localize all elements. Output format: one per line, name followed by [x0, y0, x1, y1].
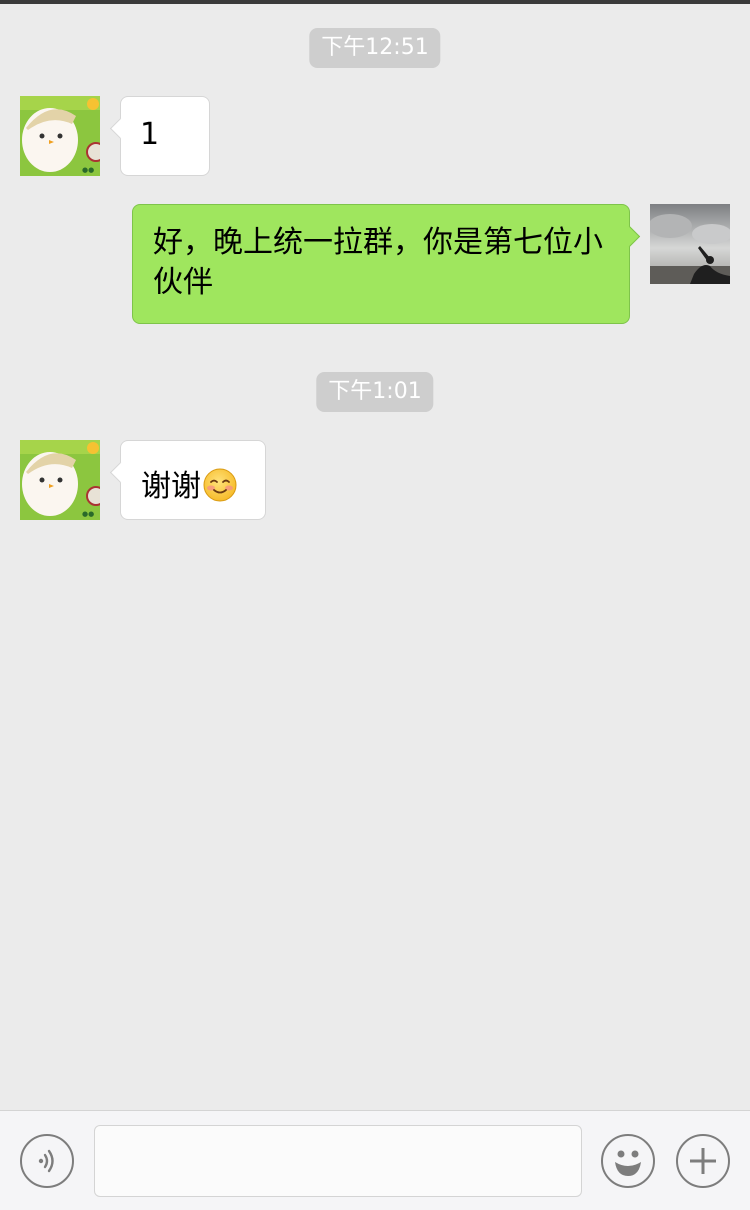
emoji-button[interactable] [601, 1134, 655, 1188]
input-bar [0, 1110, 750, 1210]
emoji-icon [615, 1150, 641, 1176]
friend-avatar[interactable]: ●● [20, 96, 100, 176]
my-avatar[interactable] [650, 204, 730, 284]
svg-text:●●: ●● [82, 510, 94, 518]
smiling-face-emoji [203, 468, 237, 502]
plus-icon [690, 1148, 716, 1174]
chat-area[interactable]: 下午12:51 ●● 1 好，晚上统一拉群，你是第七位小伙伴 下午1:01 ●●… [0, 4, 750, 1110]
message-text: 好，晚上统一拉群，你是第七位小伙伴 [153, 225, 603, 300]
message-text: 1 [140, 117, 160, 152]
voice-icon [38, 1149, 54, 1173]
timestamp: 下午12:51 [309, 28, 441, 68]
message-text: 谢谢 [141, 469, 201, 504]
message-bubble-incoming[interactable]: 1 [109, 96, 210, 176]
friend-avatar[interactable]: ●● [20, 440, 100, 520]
bubble-tail [109, 117, 132, 140]
bubble-tail [618, 225, 641, 248]
svg-text:●●: ●● [82, 166, 94, 174]
plus-button[interactable] [676, 1134, 730, 1188]
message-bubble-outgoing[interactable]: 好，晚上统一拉群，你是第七位小伙伴 [132, 204, 641, 324]
message-bubble-incoming[interactable]: 谢谢 [109, 440, 266, 520]
bubble-tail [109, 461, 132, 484]
timestamp: 下午1:01 [316, 372, 434, 412]
message-input[interactable] [94, 1125, 582, 1197]
voice-button[interactable] [20, 1134, 74, 1188]
